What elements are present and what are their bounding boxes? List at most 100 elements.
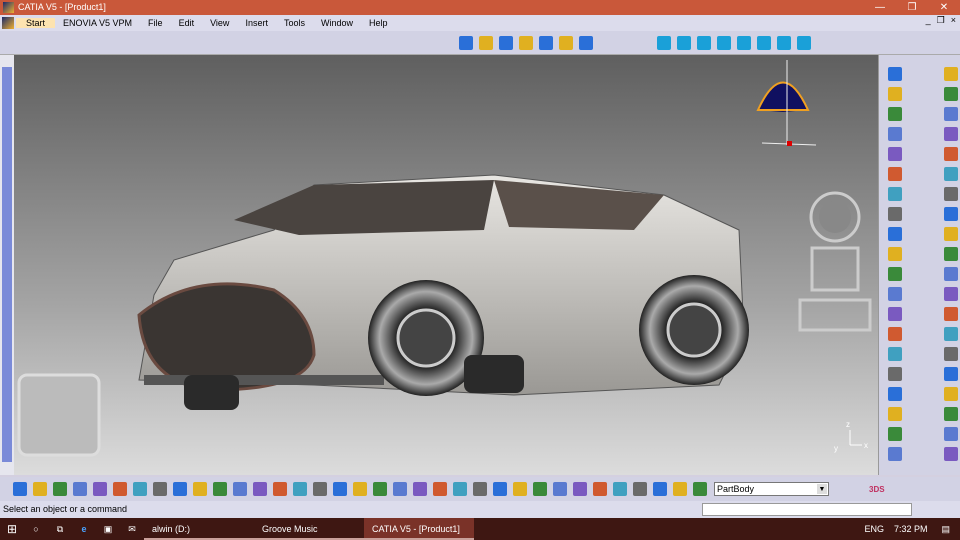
tree-expand-icon[interactable]: [633, 482, 647, 496]
tool-icon[interactable]: [944, 107, 958, 121]
iso-view-icon[interactable]: [797, 36, 811, 50]
bulb-icon[interactable]: [253, 482, 267, 496]
doc-close-button[interactable]: ×: [951, 15, 956, 26]
tool-icon[interactable]: [888, 307, 902, 321]
tool-icon[interactable]: [888, 447, 902, 461]
catalog-icon[interactable]: [333, 482, 347, 496]
tool-icon[interactable]: [888, 127, 902, 141]
cylinder-blue-icon[interactable]: [499, 36, 513, 50]
cylinder-stack-icon[interactable]: [519, 36, 533, 50]
cylinder-yellow-icon[interactable]: [479, 36, 493, 50]
right-view-icon[interactable]: [737, 36, 751, 50]
shading-icon[interactable]: [693, 482, 707, 496]
doc-restore-button[interactable]: ❐: [937, 15, 945, 26]
axis-icon[interactable]: [493, 482, 507, 496]
bottle-icon[interactable]: [413, 482, 427, 496]
tool-icon[interactable]: [888, 207, 902, 221]
update-icon[interactable]: [353, 482, 367, 496]
taskbar-item-explorer[interactable]: alwin (D:): [144, 518, 254, 540]
tool-icon[interactable]: [944, 67, 958, 81]
cut-icon[interactable]: [93, 482, 107, 496]
component-icon[interactable]: [313, 482, 327, 496]
whats-this-icon[interactable]: [193, 482, 207, 496]
store-icon[interactable]: ▣: [96, 524, 120, 535]
tool-icon[interactable]: [944, 407, 958, 421]
measure-icon[interactable]: [373, 482, 387, 496]
tool-icon[interactable]: [944, 247, 958, 261]
spec-icon[interactable]: [513, 482, 527, 496]
tool-icon[interactable]: [944, 387, 958, 401]
command-input[interactable]: [702, 503, 912, 516]
tool-icon[interactable]: [888, 347, 902, 361]
undo-icon[interactable]: [153, 482, 167, 496]
tool-icon[interactable]: [944, 267, 958, 281]
cube-view-icon[interactable]: [657, 36, 671, 50]
tool-icon[interactable]: [944, 427, 958, 441]
cylinder-multi-icon[interactable]: [559, 36, 573, 50]
pan-control-icon[interactable]: [810, 246, 860, 292]
scroll-thumb[interactable]: [2, 67, 12, 462]
compass-icon[interactable]: [756, 60, 817, 146]
tool-icon[interactable]: [944, 187, 958, 201]
part-body-select[interactable]: PartBody ▼: [714, 482, 829, 496]
tool-icon[interactable]: [888, 227, 902, 241]
chevron-down-icon[interactable]: ▼: [817, 484, 827, 494]
tool-icon[interactable]: [944, 307, 958, 321]
3d-viewport[interactable]: z y x: [14, 55, 878, 475]
menu-file[interactable]: File: [140, 18, 171, 28]
top-view-icon[interactable]: [757, 36, 771, 50]
language-indicator[interactable]: ENG: [864, 524, 884, 534]
menu-start[interactable]: Start: [16, 18, 56, 28]
menu-enovia[interactable]: ENOVIA V5 VPM: [55, 18, 140, 28]
tool-icon[interactable]: [888, 147, 902, 161]
tool-icon[interactable]: [944, 367, 958, 381]
menu-help[interactable]: Help: [361, 18, 396, 28]
tool-icon[interactable]: [944, 127, 958, 141]
tool-icon[interactable]: [888, 407, 902, 421]
tree-thumbnail[interactable]: [17, 373, 101, 457]
menu-tools[interactable]: Tools: [276, 18, 313, 28]
zoom-control-icon[interactable]: [798, 298, 872, 332]
tool-icon[interactable]: [888, 387, 902, 401]
menu-window[interactable]: Window: [313, 18, 361, 28]
tool-icon[interactable]: [944, 287, 958, 301]
tool-icon[interactable]: [944, 347, 958, 361]
tool-icon[interactable]: [944, 327, 958, 341]
render-icon[interactable]: [653, 482, 667, 496]
table-icon[interactable]: [273, 482, 287, 496]
tool-icon[interactable]: [888, 87, 902, 101]
save-icon[interactable]: [53, 482, 67, 496]
new-icon[interactable]: [13, 482, 27, 496]
tool-icon[interactable]: [888, 427, 902, 441]
cylinder-icon[interactable]: [459, 36, 473, 50]
formula-icon[interactable]: [213, 482, 227, 496]
tool-icon[interactable]: [944, 227, 958, 241]
print-icon[interactable]: [73, 482, 87, 496]
doc-minimize-button[interactable]: _: [926, 15, 931, 26]
copy-icon[interactable]: [113, 482, 127, 496]
camera-icon[interactable]: [433, 482, 447, 496]
vertical-scrollbar[interactable]: [0, 55, 14, 475]
tool-icon[interactable]: [944, 167, 958, 181]
cylinder-grid-icon[interactable]: [539, 36, 553, 50]
menu-edit[interactable]: Edit: [171, 18, 203, 28]
windows-start-icon[interactable]: ⊞: [0, 522, 24, 536]
tool-icon[interactable]: [888, 107, 902, 121]
edge-icon[interactable]: e: [72, 524, 96, 534]
comment-icon[interactable]: [233, 482, 247, 496]
car-model[interactable]: z y x: [14, 55, 878, 475]
help-icon[interactable]: [579, 36, 593, 50]
tool-icon[interactable]: [944, 207, 958, 221]
grid-icon[interactable]: [533, 482, 547, 496]
redo-icon[interactable]: [173, 482, 187, 496]
layer-icon[interactable]: [673, 482, 687, 496]
hide-show-icon[interactable]: [593, 482, 607, 496]
tool-icon[interactable]: [888, 367, 902, 381]
left-view-icon[interactable]: [717, 36, 731, 50]
tool-icon[interactable]: [944, 87, 958, 101]
tool-icon[interactable]: [888, 267, 902, 281]
paste-icon[interactable]: [133, 482, 147, 496]
open-icon[interactable]: [33, 482, 47, 496]
tool-icon[interactable]: [888, 287, 902, 301]
notifications-icon[interactable]: ▤: [941, 524, 950, 535]
